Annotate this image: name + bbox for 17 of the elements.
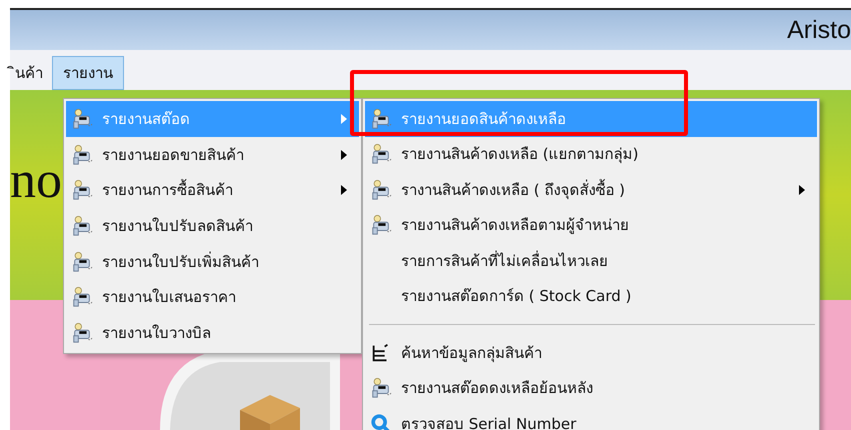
menu-item[interactable]: รายงานการซื้อสินค้า — [66, 172, 359, 208]
menu-item[interactable]: รายงานใบวางบิล — [66, 315, 359, 351]
window-title: Aristo — [787, 16, 851, 44]
menu-item[interactable]: ตรวจสอบ Serial Number — [365, 406, 817, 430]
menu-item[interactable]: รายการสินค้าที่ไม่เคลื่อนไหวเลย — [365, 243, 817, 278]
menu-bar-item[interactable]: รายงาน — [52, 56, 124, 90]
menu-item[interactable]: รายงานสินค้าดงเหลือตามผู้จำหน่าย — [365, 208, 817, 243]
menu-item[interactable]: รายงานยอดขายสินค้า — [66, 136, 359, 172]
menu-item[interactable]: รายงานใบเสนอราคา — [66, 279, 359, 316]
menu-item[interactable]: ค้นหาข้อมูลกลุ่มสินค้า — [365, 335, 817, 370]
menu-item[interactable]: รายงานสต๊อดการ์ด ( Stock Card ) — [365, 278, 817, 314]
menu-item[interactable]: รายงานสินค้าดงเหลือ (แยกตามกลุ่ม) — [365, 136, 817, 172]
menu-item[interactable]: รายงานใบปรับลดสินค้า — [66, 208, 359, 244]
menu-item[interactable]: รางานสินค้าดงเหลือ ( ถึงจุดสั่งซื้อ ) — [365, 172, 817, 208]
menu-item[interactable]: รายงานสต๊อดดงเหลือย้อนหลัง — [365, 370, 817, 406]
banner-heading: no — [10, 150, 62, 210]
menu-item[interactable]: รายงานใบปรับเพิ่มสินค้า — [66, 244, 359, 280]
